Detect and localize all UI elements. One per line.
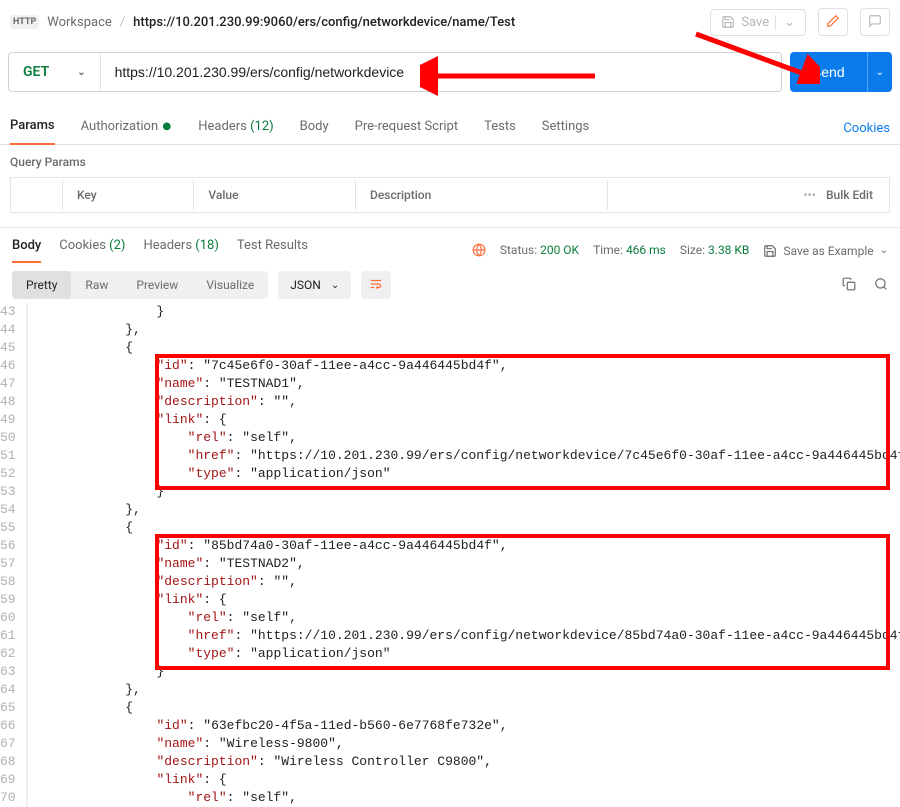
send-button[interactable]: Send bbox=[790, 52, 867, 92]
view-visualize[interactable]: Visualize bbox=[192, 271, 268, 299]
request-bar: GET ⌄ bbox=[8, 52, 782, 92]
chevron-down-icon[interactable]: ⌄ bbox=[775, 15, 795, 30]
tab-headers[interactable]: Headers (12) bbox=[198, 113, 273, 144]
search-icon bbox=[874, 277, 888, 291]
breadcrumb-workspace[interactable]: Workspace bbox=[47, 15, 112, 30]
breadcrumb: Workspace / https://10.201.230.99:9060/e… bbox=[47, 15, 515, 30]
tab-prerequest[interactable]: Pre-request Script bbox=[355, 113, 458, 144]
send-options[interactable]: ⌄ bbox=[867, 52, 892, 92]
wrap-lines-button[interactable] bbox=[361, 271, 391, 299]
http-badge: HTTP bbox=[10, 15, 39, 29]
url-input[interactable] bbox=[101, 53, 781, 91]
body-type-select[interactable]: JSON ⌄ bbox=[278, 271, 351, 299]
cookies-link[interactable]: Cookies bbox=[843, 121, 890, 136]
tab-body[interactable]: Body bbox=[300, 113, 329, 144]
request-tabs: Params Authorization ● Headers (12) Body… bbox=[0, 112, 900, 145]
view-preview[interactable]: Preview bbox=[122, 271, 192, 299]
col-value: Value bbox=[196, 180, 356, 210]
floppy-icon bbox=[721, 15, 735, 29]
col-checkbox bbox=[13, 180, 63, 210]
col-key: Key bbox=[65, 180, 194, 210]
resp-tab-tests[interactable]: Test Results bbox=[237, 238, 308, 263]
breadcrumb-path: https://10.201.230.99:9060/ers/config/ne… bbox=[133, 15, 515, 30]
floppy-icon bbox=[763, 244, 777, 258]
save-as-example[interactable]: Save as Example ⌄ bbox=[763, 243, 888, 258]
edit-button[interactable] bbox=[818, 8, 848, 36]
chevron-down-icon: ⌄ bbox=[77, 67, 85, 78]
method-select[interactable]: GET ⌄ bbox=[9, 53, 101, 91]
comment-button[interactable] bbox=[860, 8, 890, 36]
search-button[interactable] bbox=[874, 277, 888, 293]
copy-button[interactable] bbox=[842, 277, 856, 293]
tab-tests[interactable]: Tests bbox=[484, 113, 516, 144]
resp-tab-body[interactable]: Body bbox=[12, 238, 41, 263]
comment-icon bbox=[868, 14, 882, 28]
query-params-table: Key Value Description •••Bulk Edit bbox=[10, 177, 890, 213]
bulk-edit-link[interactable]: •••Bulk Edit bbox=[610, 180, 887, 210]
copy-icon bbox=[842, 277, 856, 291]
view-pretty[interactable]: Pretty bbox=[12, 271, 71, 299]
query-params-heading: Query Params bbox=[0, 145, 900, 177]
col-description: Description bbox=[358, 180, 608, 210]
view-mode: Pretty Raw Preview Visualize bbox=[12, 271, 268, 299]
resp-tab-cookies[interactable]: Cookies (2) bbox=[59, 238, 125, 263]
tab-params[interactable]: Params bbox=[10, 112, 55, 145]
view-raw[interactable]: Raw bbox=[71, 271, 122, 299]
response-tabs: Body Cookies (2) Headers (18) Test Resul… bbox=[12, 238, 308, 263]
response-body[interactable]: } }, { "id": "7c45e6f0-30af-11ee-a4cc-9a… bbox=[28, 303, 900, 807]
line-gutter: 4344454647484950515253545556575859606162… bbox=[0, 303, 26, 807]
pencil-icon bbox=[826, 14, 840, 28]
chevron-down-icon: ⌄ bbox=[331, 280, 339, 291]
wrap-icon bbox=[369, 277, 383, 291]
save-button[interactable]: Save ⌄ bbox=[710, 9, 806, 36]
resp-tab-headers[interactable]: Headers (18) bbox=[143, 238, 218, 263]
tab-authorization[interactable]: Authorization ● bbox=[81, 113, 173, 144]
network-icon bbox=[472, 243, 486, 258]
tab-settings[interactable]: Settings bbox=[542, 113, 589, 144]
